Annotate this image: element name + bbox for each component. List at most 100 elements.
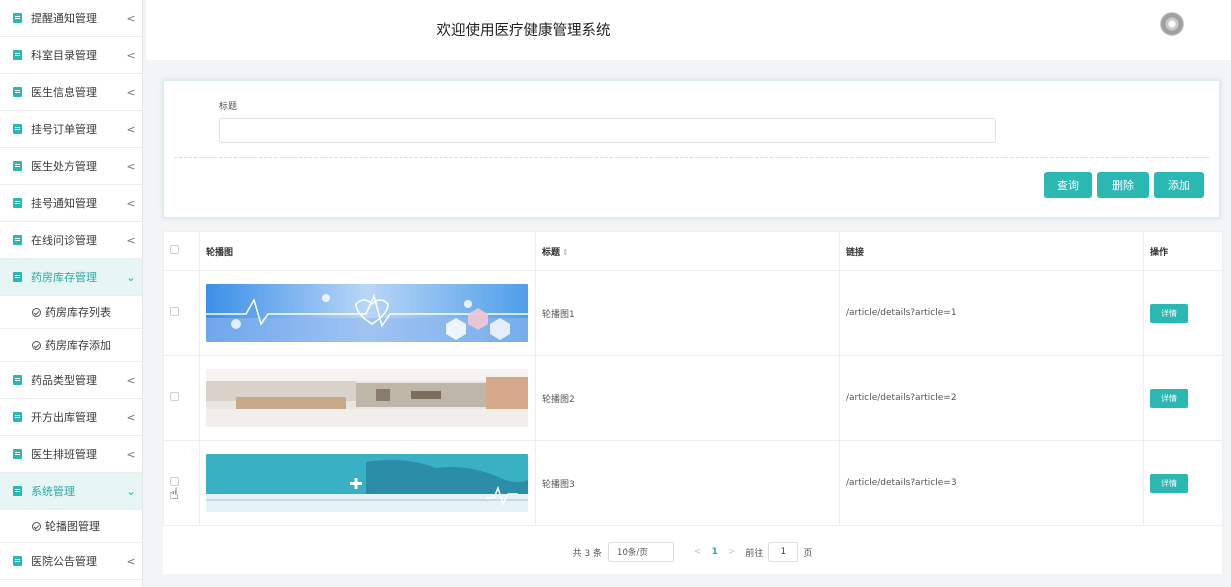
query-button[interactable]: 查询 [1044,172,1092,198]
action-cell: 详情 [1143,440,1223,526]
page-number-current[interactable]: 1 [712,547,718,557]
sidebar-item-system[interactable]: 系统管理 ⌄ [0,473,142,510]
link-cell: /article/details?article=1 [839,270,1144,356]
table-row: 轮播图2 /article/details?article=2 详情 [163,355,1223,441]
goto-label: 前往 [745,548,764,559]
column-header-action: 操作 [1143,231,1223,271]
sidebar-item-announcement[interactable]: 医院公告管理 < [0,543,142,580]
chevron-left-icon: < [126,554,136,568]
document-icon [13,235,22,245]
table-panel: 轮播图 标题 ⇕ 链接 操作 轮播图1 /article/details?art… [163,231,1223,574]
sidebar-item-online-consult[interactable]: 在线问诊管理 < [0,222,142,259]
delete-button[interactable]: 删除 [1097,172,1149,198]
sidebar-subitem-carousel[interactable]: 轮播图管理 [0,510,142,543]
sidebar-item-pharmacy-stock[interactable]: 药房库存管理 ⌄ [0,259,142,296]
sidebar-item-label: 医生处方管理 [31,160,97,173]
sidebar-item-dispense[interactable]: 开方出库管理 < [0,399,142,436]
carousel-image-3 [206,454,528,512]
document-icon [13,375,22,385]
title-cell: 轮播图1 [535,270,840,356]
sidebar-item-registration-notice[interactable]: 挂号通知管理 < [0,185,142,222]
prev-page-icon[interactable]: < [694,547,702,557]
chevron-left-icon: < [126,48,136,62]
sidebar-subitem-stock-add[interactable]: 药房库存添加 [0,329,142,362]
search-panel: 标题 查询 删除 添加 [163,80,1220,218]
chevron-left-icon: < [126,122,136,136]
row-checkbox[interactable] [170,392,179,401]
sidebar-item-department[interactable]: 科室目录管理 < [0,37,142,74]
title-field-label: 标题 [219,102,238,112]
document-icon [13,556,22,566]
title-cell: 轮播图3 [535,440,840,526]
avatar[interactable] [1160,12,1184,36]
carousel-table: 轮播图 标题 ⇕ 链接 操作 轮播图1 /article/details?art… [163,231,1223,526]
chevron-left-icon: < [126,410,136,424]
check-circle-icon [32,307,41,317]
sidebar-item-label: 药品类型管理 [31,374,97,387]
pagination: 共 3 条 10条/页 < 1 > 前往 页 [163,541,1222,563]
goto-page-input[interactable] [768,542,799,562]
top-header: 欢迎使用医疗健康管理系统 [146,0,1231,60]
next-page-icon[interactable]: > [728,547,736,557]
sidebar-item-label: 系统管理 [31,485,75,498]
sidebar-item-prescription[interactable]: 医生处方管理 < [0,148,142,185]
add-button[interactable]: 添加 [1154,172,1204,198]
document-icon [13,198,22,208]
sidebar-item-schedule[interactable]: 医生排班管理 < [0,436,142,473]
carousel-image-cell [199,355,536,441]
row-select-cell [163,270,200,356]
carousel-image-cell [199,440,536,526]
link-cell: /article/details?article=3 [839,440,1144,526]
sidebar-item-label: 挂号订单管理 [31,123,97,136]
chevron-down-icon: ⌄ [126,270,136,284]
table-row: 轮播图3 /article/details?article=3 详情 [163,440,1223,526]
sidebar-item-doctor-info[interactable]: 医生信息管理 < [0,74,142,111]
sidebar-item-reminder[interactable]: 提醒通知管理 < [0,0,142,37]
column-header-link: 链接 [839,231,1144,271]
document-icon [13,449,22,459]
document-icon [13,272,22,282]
select-all-cell [163,231,200,271]
sidebar-item-label: 在线问诊管理 [31,234,97,247]
detail-button[interactable]: 详情 [1150,473,1188,493]
carousel-image-2 [206,369,528,427]
sidebar-item-drug-type[interactable]: 药品类型管理 < [0,362,142,399]
sidebar-item-label: 药房库存管理 [31,271,97,284]
pagination-total: 共 3 条 [572,548,603,559]
table-row: 轮播图1 /article/details?article=1 详情 [163,270,1223,356]
sidebar-item-label: 医院公告管理 [31,555,97,568]
title-cell: 轮播图2 [535,355,840,441]
document-icon [13,13,22,23]
chevron-left-icon: < [126,196,136,210]
sidebar-subitem-stock-list[interactable]: 药房库存列表 [0,296,142,329]
sort-icon[interactable]: ⇕ [562,248,569,257]
sidebar-subitem-label: 药房库存列表 [45,306,111,319]
chevron-left-icon: < [126,11,136,25]
chevron-left-icon: < [126,447,136,461]
row-checkbox[interactable] [170,307,179,316]
check-circle-icon [32,521,41,531]
title-search-input[interactable] [219,118,996,143]
sidebar: 提醒通知管理 < 科室目录管理 < 医生信息管理 < 挂号订单管理 < 医生处方… [0,0,143,587]
page-title: 欢迎使用医疗健康管理系统 [436,23,611,39]
detail-button[interactable]: 详情 [1150,388,1188,408]
column-header-title-label: 标题 [542,247,561,258]
hand-pointer-icon: ☝ [169,484,179,503]
document-icon [13,124,22,134]
detail-button[interactable]: 详情 [1150,303,1188,323]
chevron-left-icon: < [126,233,136,247]
sidebar-item-label: 医生信息管理 [31,86,97,99]
select-all-checkbox[interactable] [170,245,179,254]
row-select-cell [163,440,200,526]
link-cell: /article/details?article=2 [839,355,1144,441]
chevron-down-icon: ⌄ [126,484,136,498]
document-icon [13,412,22,422]
goto-suffix: 页 [803,548,813,559]
chevron-left-icon: < [126,159,136,173]
chevron-left-icon: < [126,85,136,99]
document-icon [13,50,22,60]
action-cell: 详情 [1143,355,1223,441]
page-size-select[interactable]: 10条/页 [608,542,675,562]
sidebar-item-registration-order[interactable]: 挂号订单管理 < [0,111,142,148]
column-header-title[interactable]: 标题 ⇕ [535,231,840,271]
